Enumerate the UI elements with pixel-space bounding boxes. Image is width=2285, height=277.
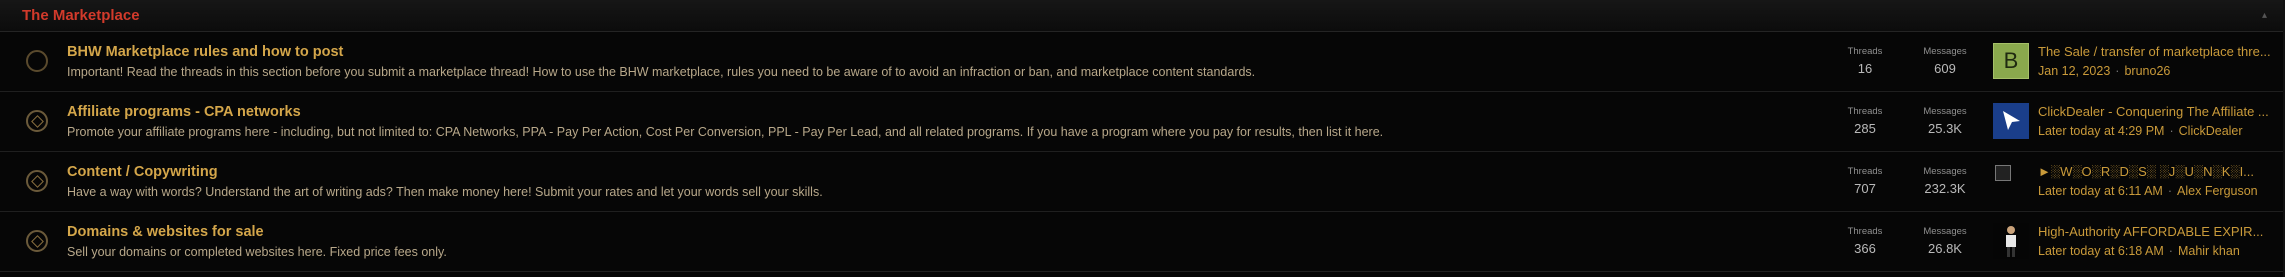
last-post-meta: Later today at 6:11 AM · Alex Ferguson xyxy=(2038,184,2258,198)
forum-status-icon xyxy=(26,110,48,132)
threads-count: 16 xyxy=(1857,61,1873,76)
avatar[interactable] xyxy=(1993,103,2029,139)
forum-status-icon xyxy=(26,50,48,72)
forum-row: BHW Marketplace rules and how to post Im… xyxy=(0,32,2285,92)
messages-label: Messages xyxy=(1923,106,1967,117)
unread-dot-icon xyxy=(30,234,44,248)
messages-label: Messages xyxy=(1923,46,1967,57)
last-post-title-link[interactable]: High-Authority AFFORDABLE EXPIR... xyxy=(2038,224,2273,239)
messages-stat: Messages 232.3K xyxy=(1910,166,1980,196)
meta-separator: · xyxy=(2169,124,2174,138)
threads-stat: Threads 366 xyxy=(1830,226,1900,256)
last-post-meta: Later today at 4:29 PM · ClickDealer xyxy=(2038,124,2243,138)
forum-status-icon xyxy=(26,230,48,252)
messages-count: 26.8K xyxy=(1928,241,1962,256)
forum-description: Important! Read the threads in this sect… xyxy=(67,65,1256,79)
last-post-user[interactable]: Mahir khan xyxy=(2178,244,2240,258)
forum-description: Promote your affiliate programs here - i… xyxy=(67,125,1384,139)
avatar[interactable] xyxy=(1993,223,2029,259)
threads-stat: Threads 285 xyxy=(1830,106,1900,136)
forum-title-link[interactable]: BHW Marketplace rules and how to post xyxy=(67,44,343,60)
chevron-up-icon[interactable]: ▴ xyxy=(2262,10,2267,21)
user-photo-icon xyxy=(2006,226,2016,257)
forum-description: Have a way with words? Understand the ar… xyxy=(67,185,823,199)
broken-image-icon xyxy=(1995,165,2011,181)
forum-title-link[interactable]: Domains & websites for sale xyxy=(67,224,264,240)
last-post-date[interactable]: Later today at 4:29 PM xyxy=(2038,124,2164,138)
threads-label: Threads xyxy=(1847,106,1883,117)
forum-row: Content / Copywriting Have a way with wo… xyxy=(0,152,2285,212)
threads-label: Threads xyxy=(1847,226,1883,237)
messages-count: 609 xyxy=(1934,61,1956,76)
messages-stat: Messages 26.8K xyxy=(1910,226,1980,256)
meta-separator: · xyxy=(2115,64,2120,78)
block-title[interactable]: The Marketplace xyxy=(22,7,140,24)
threads-stat: Threads 707 xyxy=(1830,166,1900,196)
avatar[interactable] xyxy=(1993,163,2029,199)
threads-count: 707 xyxy=(1854,181,1876,196)
last-post-meta: Jan 12, 2023 · bruno26 xyxy=(2038,64,2170,78)
messages-count: 25.3K xyxy=(1928,121,1962,136)
last-post-date[interactable]: Jan 12, 2023 xyxy=(2038,64,2110,78)
last-post-meta: Later today at 6:18 AM · Mahir khan xyxy=(2038,244,2240,258)
avatar[interactable]: B xyxy=(1993,43,2029,79)
clickdealer-logo-icon xyxy=(2003,111,2020,130)
forum-description: Sell your domains or completed websites … xyxy=(67,245,447,259)
last-post-user[interactable]: bruno26 xyxy=(2124,64,2170,78)
forum-title-link[interactable]: Content / Copywriting xyxy=(67,164,218,180)
marketplace-block: The Marketplace ▴ BHW Marketplace rules … xyxy=(0,0,2285,277)
last-post-date[interactable]: Later today at 6:11 AM xyxy=(2038,184,2163,198)
last-post-date[interactable]: Later today at 6:18 AM xyxy=(2038,244,2164,258)
messages-count: 232.3K xyxy=(1924,181,1966,196)
unread-dot-icon xyxy=(30,114,44,128)
forum-title-link[interactable]: Affiliate programs - CPA networks xyxy=(67,104,301,120)
meta-separator: · xyxy=(2168,244,2173,258)
unread-dot-icon xyxy=(30,174,44,188)
last-post-user[interactable]: ClickDealer xyxy=(2179,124,2243,138)
forum-row: Domains & websites for sale Sell your do… xyxy=(0,212,2285,272)
last-post-title-link[interactable]: ClickDealer - Conquering The Affiliate .… xyxy=(2038,104,2273,119)
forum-row: Affiliate programs - CPA networks Promot… xyxy=(0,92,2285,152)
avatar-letter: B xyxy=(2003,48,2019,73)
messages-stat: Messages 25.3K xyxy=(1910,106,1980,136)
threads-stat: Threads 16 xyxy=(1830,46,1900,76)
last-post-title-link[interactable]: ►░W░O░R░D░S░ ░J░U░N░K░I... xyxy=(2038,164,2273,179)
threads-label: Threads xyxy=(1847,46,1883,57)
messages-stat: Messages 609 xyxy=(1910,46,1980,76)
last-post-title-link[interactable]: The Sale / transfer of marketplace thre.… xyxy=(2038,44,2273,59)
threads-label: Threads xyxy=(1847,166,1883,177)
messages-label: Messages xyxy=(1923,226,1967,237)
threads-count: 366 xyxy=(1854,241,1876,256)
meta-separator: · xyxy=(2167,184,2173,198)
forum-status-icon xyxy=(26,170,48,192)
threads-count: 285 xyxy=(1854,121,1876,136)
last-post-user[interactable]: Alex Ferguson xyxy=(2177,184,2258,198)
block-header[interactable]: The Marketplace ▴ xyxy=(0,0,2285,32)
messages-label: Messages xyxy=(1923,166,1967,177)
